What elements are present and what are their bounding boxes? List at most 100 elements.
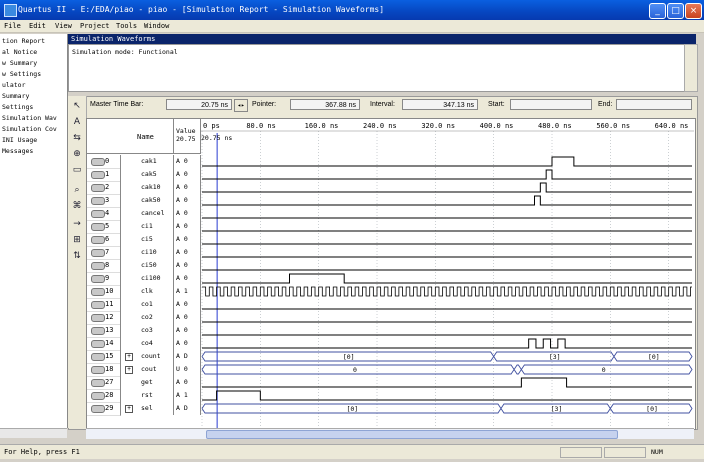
time-bar-spin-button[interactable]: ◂▸ [234,99,248,112]
find-icon[interactable]: ⌕ [71,184,83,196]
signal-index-cell[interactable]: 0 [87,155,121,169]
signal-index: 28 [105,391,114,399]
report-tree-item[interactable]: Simulation Cov [2,125,57,133]
signal-name-cell[interactable]: ci10 [121,246,174,259]
signal-index-cell[interactable]: 1 [87,168,121,182]
signal-value: A 0 [176,248,188,256]
report-tree-item[interactable]: Settings [2,103,33,111]
signal-name-cell[interactable]: co2 [121,311,174,324]
signal-index-cell[interactable]: 18 [87,363,121,377]
menu-window[interactable]: Window [144,22,169,30]
report-tree-item[interactable]: Summary [2,92,29,100]
pin-icon [91,223,105,231]
report-tree-item-selected[interactable]: Simulation Wav [2,114,57,122]
signal-index-cell[interactable]: 5 [87,220,121,234]
replace-icon[interactable]: ⌘ [71,200,83,212]
value-column-header[interactable]: Value 20.75 [173,119,201,154]
signal-name-cell[interactable]: cak1 [121,155,174,168]
title-bar[interactable]: Quartus II - E:/EDA/piao - piao - [Simul… [0,0,704,20]
menu-file[interactable]: File [4,22,21,30]
signal-name-cell[interactable]: + sel [121,402,174,415]
menu-tools[interactable]: Tools [116,22,137,30]
signal-name-cell[interactable]: cak10 [121,181,174,194]
bus-value-label: [3] [549,353,561,361]
signal-index-cell[interactable]: 28 [87,389,121,403]
report-tree-item[interactable]: Messages [2,147,33,155]
report-tree-item[interactable]: w Settings [2,70,41,78]
signal-index-cell[interactable]: 15 [87,350,121,364]
report-scrollbar[interactable] [684,44,698,92]
time-tick-label: 640.0 ns [655,122,689,130]
signal-name-cell[interactable]: clk [121,285,174,298]
waveform-ci100 [202,273,692,284]
signal-name-cell[interactable]: cancel [121,207,174,220]
expand-icon[interactable]: + [125,405,133,413]
expand-icon[interactable]: + [125,353,133,361]
signal-name-cell[interactable]: cak50 [121,194,174,207]
signal-index-cell[interactable]: 4 [87,207,121,221]
signal-name-cell[interactable]: rst [121,389,174,402]
signal-name: get [141,378,153,386]
signal-name-cell[interactable]: ci5 [121,233,174,246]
num-lock-indicator: NUM [651,448,663,456]
signal-index-cell[interactable]: 2 [87,181,121,195]
signal-index-cell[interactable]: 9 [87,272,121,286]
signal-index-cell[interactable]: 11 [87,298,121,312]
scrollbar-thumb[interactable] [206,430,618,439]
signal-index-cell[interactable]: 14 [87,337,121,351]
minimize-button[interactable]: _ [649,3,666,19]
master-time-bar-field[interactable]: 20.75 ns [166,99,232,110]
signal-index-cell[interactable]: 29 [87,402,121,416]
quartus-app-icon[interactable] [4,4,17,17]
pin-icon [91,366,105,374]
report-tree-item[interactable]: INI Usage [2,136,37,144]
zoom-tool-icon[interactable]: ⊕ [71,148,83,160]
report-tree-item[interactable]: tion Report [2,37,45,45]
menu-project[interactable]: Project [80,22,110,30]
report-tree-item[interactable]: w Summary [2,59,37,67]
group-icon[interactable]: ⊞ [71,234,83,246]
signal-name-cell[interactable]: + cout [121,363,174,376]
signal-name-cell[interactable]: ci100 [121,272,174,285]
waveform-display[interactable]: 0 ps 80.0 ns 160.0 ns 240.0 ns 320.0 ns 400.0… [200,119,694,429]
signal-index: 11 [105,300,114,308]
pin-icon [91,301,105,309]
name-column-header[interactable]: Name [87,119,174,154]
signal-name-cell[interactable]: co4 [121,337,174,350]
menu-view[interactable]: View [55,22,72,30]
report-tree-item[interactable]: al Notice [2,48,37,56]
signal-name-cell[interactable]: co3 [121,324,174,337]
text-tool-icon[interactable]: A [71,116,83,128]
report-tree-item[interactable]: ulator [2,81,25,89]
waveform-horizontal-scrollbar[interactable] [86,428,694,439]
signal-value-cell: A 0 [173,298,201,311]
maximize-button[interactable]: □ [667,3,684,19]
signal-name-cell[interactable]: ci50 [121,259,174,272]
signal-name-cell[interactable]: get [121,376,174,389]
signal-name-cell[interactable]: + count [121,350,174,363]
signal-index-cell[interactable]: 27 [87,376,121,390]
interval-field: 347.13 ns [402,99,478,110]
signal-index-cell[interactable]: 6 [87,233,121,247]
signal-index-cell[interactable]: 8 [87,259,121,273]
close-button[interactable]: × [685,3,702,19]
signal-index-cell[interactable]: 10 [87,285,121,299]
menu-edit[interactable]: Edit [29,22,46,30]
expand-icon[interactable]: + [125,366,133,374]
signal-index-cell[interactable]: 13 [87,324,121,338]
sort-icon[interactable]: ⇅ [71,250,83,262]
signal-index-cell[interactable]: 7 [87,246,121,260]
signal-name: ci5 [141,235,153,243]
arrow-right-icon[interactable]: → [71,218,83,230]
signal-index-cell[interactable]: 12 [87,311,121,325]
fullscreen-icon[interactable]: ▭ [71,164,83,176]
edit-tool-icon[interactable]: ⇆ [71,132,83,144]
pin-icon [91,392,105,400]
signal-name-cell[interactable]: co1 [121,298,174,311]
selection-tool-icon[interactable]: ↖ [71,100,83,112]
signal-index-cell[interactable]: 3 [87,194,121,208]
signal-name-cell[interactable]: ci1 [121,220,174,233]
signal-name-cell[interactable]: cak5 [121,168,174,181]
left-panel-scrollbar[interactable] [0,428,67,438]
signal-value-cell: A 0 [173,324,201,337]
